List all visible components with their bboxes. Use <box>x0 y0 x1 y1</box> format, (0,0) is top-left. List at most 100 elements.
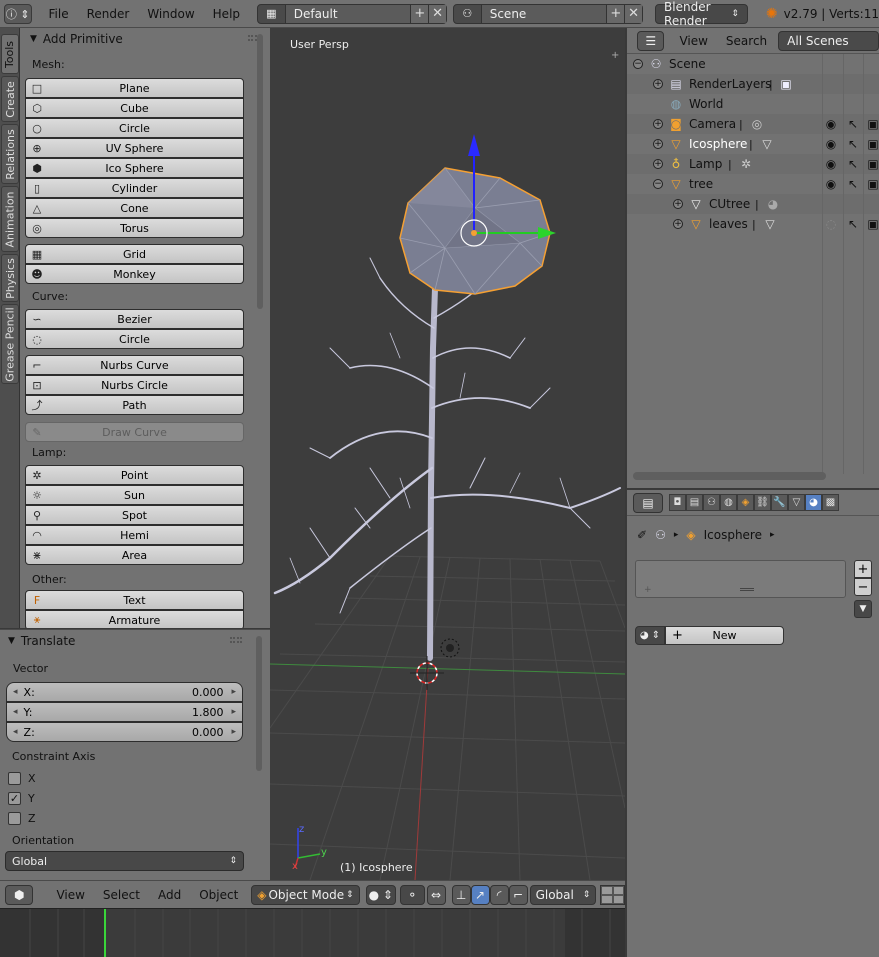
render-layers-tab-icon[interactable]: ▤ <box>686 494 703 511</box>
draw-curve-button[interactable]: ✎ Draw Curve <box>25 422 244 442</box>
add-grid-button[interactable]: ▦ Grid <box>25 244 244 264</box>
menu-object[interactable]: Object <box>190 888 247 902</box>
increment-arrow-icon[interactable]: ▸ <box>231 727 236 737</box>
outliner-row-cutree[interactable]: + ▽ CUtree | ◕ <box>627 194 879 214</box>
layers-grid[interactable] <box>600 884 625 905</box>
render-engine-dropdown[interactable]: Blender Render ⇕ <box>655 0 748 28</box>
add-path-button[interactable]: ⤴ Path <box>25 395 244 415</box>
cursor-select-icon[interactable]: ↖ <box>846 117 860 131</box>
remove-slot-button[interactable]: − <box>854 578 872 596</box>
eye-icon[interactable]: ◉ <box>824 117 838 131</box>
menu-window[interactable]: Window <box>138 7 203 21</box>
translate-y-field[interactable]: ◂ Y: 1.800 ▸ <box>6 702 243 722</box>
tab-physics[interactable]: Physics <box>1 254 19 302</box>
editor-type-button[interactable]: ▤ <box>633 492 663 513</box>
outliner-h-scrollbar[interactable] <box>633 472 826 480</box>
add-scene-button[interactable]: + <box>606 4 625 23</box>
add-point-lamp-button[interactable]: ✲ Point <box>25 465 244 485</box>
menu-view[interactable]: View <box>670 34 716 48</box>
render-camera-icon[interactable]: ▣ <box>866 157 879 171</box>
outliner-row-tree[interactable]: − ▽ tree ◉ ↖ ▣ <box>627 174 879 194</box>
render-camera-icon[interactable]: ▣ <box>866 177 879 191</box>
3d-viewport[interactable]: z y x User Persp (1) Icosphere + <box>270 28 625 880</box>
constraint-x-checkbox[interactable]: X <box>0 768 270 788</box>
tab-tools[interactable]: Tools <box>1 34 19 74</box>
eye-icon[interactable]: ◉ <box>824 137 838 151</box>
cursor-select-icon[interactable]: ↖ <box>846 177 860 191</box>
add-torus-button[interactable]: ◎ Torus <box>25 218 244 238</box>
new-material-button[interactable]: + New <box>665 626 784 645</box>
translate-header[interactable]: ▼ Translate <box>0 630 270 652</box>
outliner-item-name[interactable]: Lamp <box>689 157 722 171</box>
outliner-item-name[interactable]: Scene <box>669 57 706 71</box>
scale-widget-toggle[interactable]: ⌐ <box>508 884 528 905</box>
eye-icon[interactable]: ◉ <box>824 177 838 191</box>
slot-specials-button[interactable]: ▼ <box>854 600 872 618</box>
world-tab-icon[interactable]: ◍ <box>720 494 737 511</box>
scene-icon[interactable]: ⚇ <box>454 4 482 23</box>
material-browse-button[interactable]: ◕ ⇕ <box>635 626 665 645</box>
tool-shelf-scrollbar[interactable] <box>257 34 263 309</box>
viewport-split-plus-icon[interactable]: + <box>611 50 621 61</box>
add-nurbs-circle-button[interactable]: ⊡ Nurbs Circle <box>25 375 244 395</box>
outliner-item-name[interactable]: World <box>689 97 723 111</box>
add-uv-sphere-button[interactable]: ⊕ UV Sphere <box>25 138 244 158</box>
screen-layout-selector[interactable]: ▦ Default + ✕ <box>257 3 448 24</box>
add-plane-button[interactable]: □ Plane <box>25 78 244 98</box>
layer-cell[interactable] <box>601 894 613 904</box>
material-tab-icon[interactable]: ◕ <box>805 494 822 511</box>
outliner-row-leaves[interactable]: + ▽ leaves | ▽ ◌ ↖ ▣ <box>627 214 879 234</box>
add-text-button[interactable]: F Text <box>25 590 244 610</box>
editor-type-button[interactable]: ⓘ ⇕ <box>4 3 32 24</box>
transform-orientation-dropdown[interactable]: Global ⇕ <box>529 884 597 905</box>
scene-selector[interactable]: ⚇ Scene + ✕ <box>453 3 644 24</box>
tab-create[interactable]: Create <box>1 76 19 122</box>
eye-closed-icon[interactable]: ◌ <box>824 217 838 231</box>
remove-layout-button[interactable]: ✕ <box>428 4 447 23</box>
expand-icon[interactable]: + <box>653 119 663 129</box>
object-tab-icon[interactable]: ◈ <box>737 494 754 511</box>
eye-icon[interactable]: ◉ <box>824 157 838 171</box>
data-tab-icon[interactable]: ▽ <box>788 494 805 511</box>
pivot-dropdown[interactable]: ⚬ <box>399 884 425 905</box>
manipulator-toggle[interactable]: ⇔ <box>426 884 446 905</box>
increment-arrow-icon[interactable]: ▸ <box>231 707 236 717</box>
increment-arrow-icon[interactable]: ▸ <box>231 687 236 697</box>
scene-field[interactable]: Scene <box>481 4 607 23</box>
modifiers-tab-icon[interactable]: 🔧 <box>771 494 788 511</box>
tab-animation[interactable]: Animation <box>1 186 19 252</box>
list-resize-plus-icon[interactable]: + <box>644 585 652 595</box>
translate-x-field[interactable]: ◂ X: 0.000 ▸ <box>6 682 243 702</box>
list-resize-grip-icon[interactable] <box>740 588 754 591</box>
cursor-select-icon[interactable]: ↖ <box>846 137 860 151</box>
outliner-item-name[interactable]: CUtree <box>709 197 750 211</box>
menu-help[interactable]: Help <box>204 7 249 21</box>
cursor-select-icon[interactable]: ↖ <box>846 157 860 171</box>
add-ico-sphere-button[interactable]: ⬢ Ico Sphere <box>25 158 244 178</box>
menu-select[interactable]: Select <box>94 888 149 902</box>
layout-grid-icon[interactable]: ▦ <box>258 4 286 23</box>
move-widget-toggle[interactable]: ↗ <box>470 884 490 905</box>
rotate-widget-toggle[interactable]: ◜ <box>489 884 509 905</box>
timeline-editor[interactable] <box>0 908 625 957</box>
outliner-row-lamp[interactable]: + ♁ Lamp | ✲ ◉ ↖ ▣ <box>627 154 879 174</box>
constraint-y-checkbox[interactable]: ✓ Y <box>0 788 270 808</box>
constraints-tab-icon[interactable]: ⛓ <box>754 494 771 511</box>
add-bezier-circle-button[interactable]: ◌ Circle <box>25 329 244 349</box>
outliner-row-renderlayers[interactable]: + ▤ RenderLayers | ▣ <box>627 74 879 94</box>
render-camera-icon[interactable]: ▣ <box>866 137 879 151</box>
layer-cell[interactable] <box>612 885 624 895</box>
outliner-item-name[interactable]: Icosphere <box>689 137 747 151</box>
remove-scene-button[interactable]: ✕ <box>624 4 643 23</box>
expand-icon[interactable]: + <box>653 159 663 169</box>
add-cylinder-button[interactable]: ▯ Cylinder <box>25 178 244 198</box>
layer-cell[interactable] <box>601 885 613 895</box>
mode-dropdown[interactable]: ◈ Object Mode ⇕ <box>251 884 360 905</box>
timeline-canvas[interactable] <box>0 909 625 957</box>
texture-tab-icon[interactable]: ▩ <box>822 494 839 511</box>
shading-dropdown[interactable]: ● ⇕ <box>365 884 396 905</box>
orientation-dropdown[interactable]: Global ⇕ <box>5 851 244 871</box>
layer-cell[interactable] <box>612 894 624 904</box>
outliner-item-name[interactable]: tree <box>689 177 713 191</box>
menu-search[interactable]: Search <box>717 34 776 48</box>
